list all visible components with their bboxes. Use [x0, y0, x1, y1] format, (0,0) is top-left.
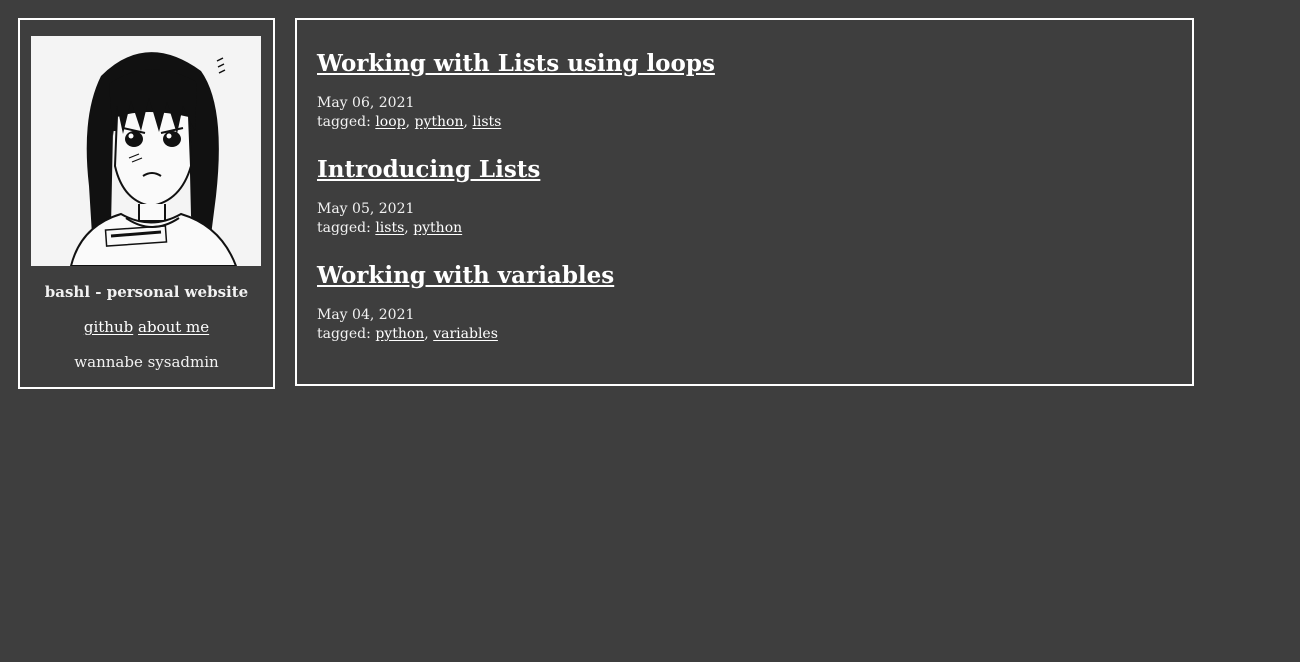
tagged-label: tagged: — [317, 114, 371, 130]
post-item: Introducing Lists May 05, 2021 tagged: l… — [317, 156, 540, 238]
tag-link[interactable]: lists — [375, 220, 404, 236]
about-me-link[interactable]: about me — [138, 318, 209, 336]
post-item: Working with Lists using loops May 06, 2… — [317, 50, 715, 132]
avatar — [31, 36, 261, 266]
post-tags: tagged: lists, python — [317, 220, 463, 236]
tagged-label: tagged: — [317, 326, 371, 342]
post-list: Working with Lists using loops May 06, 2… — [295, 18, 1194, 386]
post-tags: tagged: python, variables — [317, 326, 498, 342]
post-date: May 06, 2021 — [317, 95, 415, 111]
post-title-link[interactable]: Working with variables — [317, 262, 614, 289]
post-item: Working with variables May 04, 2021 tagg… — [317, 262, 614, 344]
post-title: Working with Lists using loops — [317, 50, 715, 78]
tag-link[interactable]: python — [375, 326, 424, 342]
post-title: Working with variables — [317, 262, 614, 290]
sidebar-links: github about me — [20, 318, 273, 336]
post-title: Introducing Lists — [317, 156, 540, 184]
post-title-link[interactable]: Working with Lists using loops — [317, 50, 715, 77]
github-link[interactable]: github — [84, 318, 133, 336]
tag-link[interactable]: variables — [433, 326, 498, 342]
site-title: bashl - personal website — [44, 283, 249, 301]
tag-link[interactable]: python — [415, 114, 464, 130]
tag-link[interactable]: python — [413, 220, 462, 236]
sidebar: bashl - personal website github about me… — [18, 18, 275, 389]
post-date: May 05, 2021 — [317, 201, 415, 217]
avatar-illustration — [31, 36, 261, 266]
tag-link[interactable]: lists — [472, 114, 501, 130]
post-date: May 04, 2021 — [317, 307, 415, 323]
tagged-label: tagged: — [317, 220, 371, 236]
post-title-link[interactable]: Introducing Lists — [317, 156, 540, 183]
tag-link[interactable]: loop — [375, 114, 405, 130]
tagline: wannabe sysadmin — [74, 353, 219, 371]
post-tags: tagged: loop, python, lists — [317, 114, 502, 130]
